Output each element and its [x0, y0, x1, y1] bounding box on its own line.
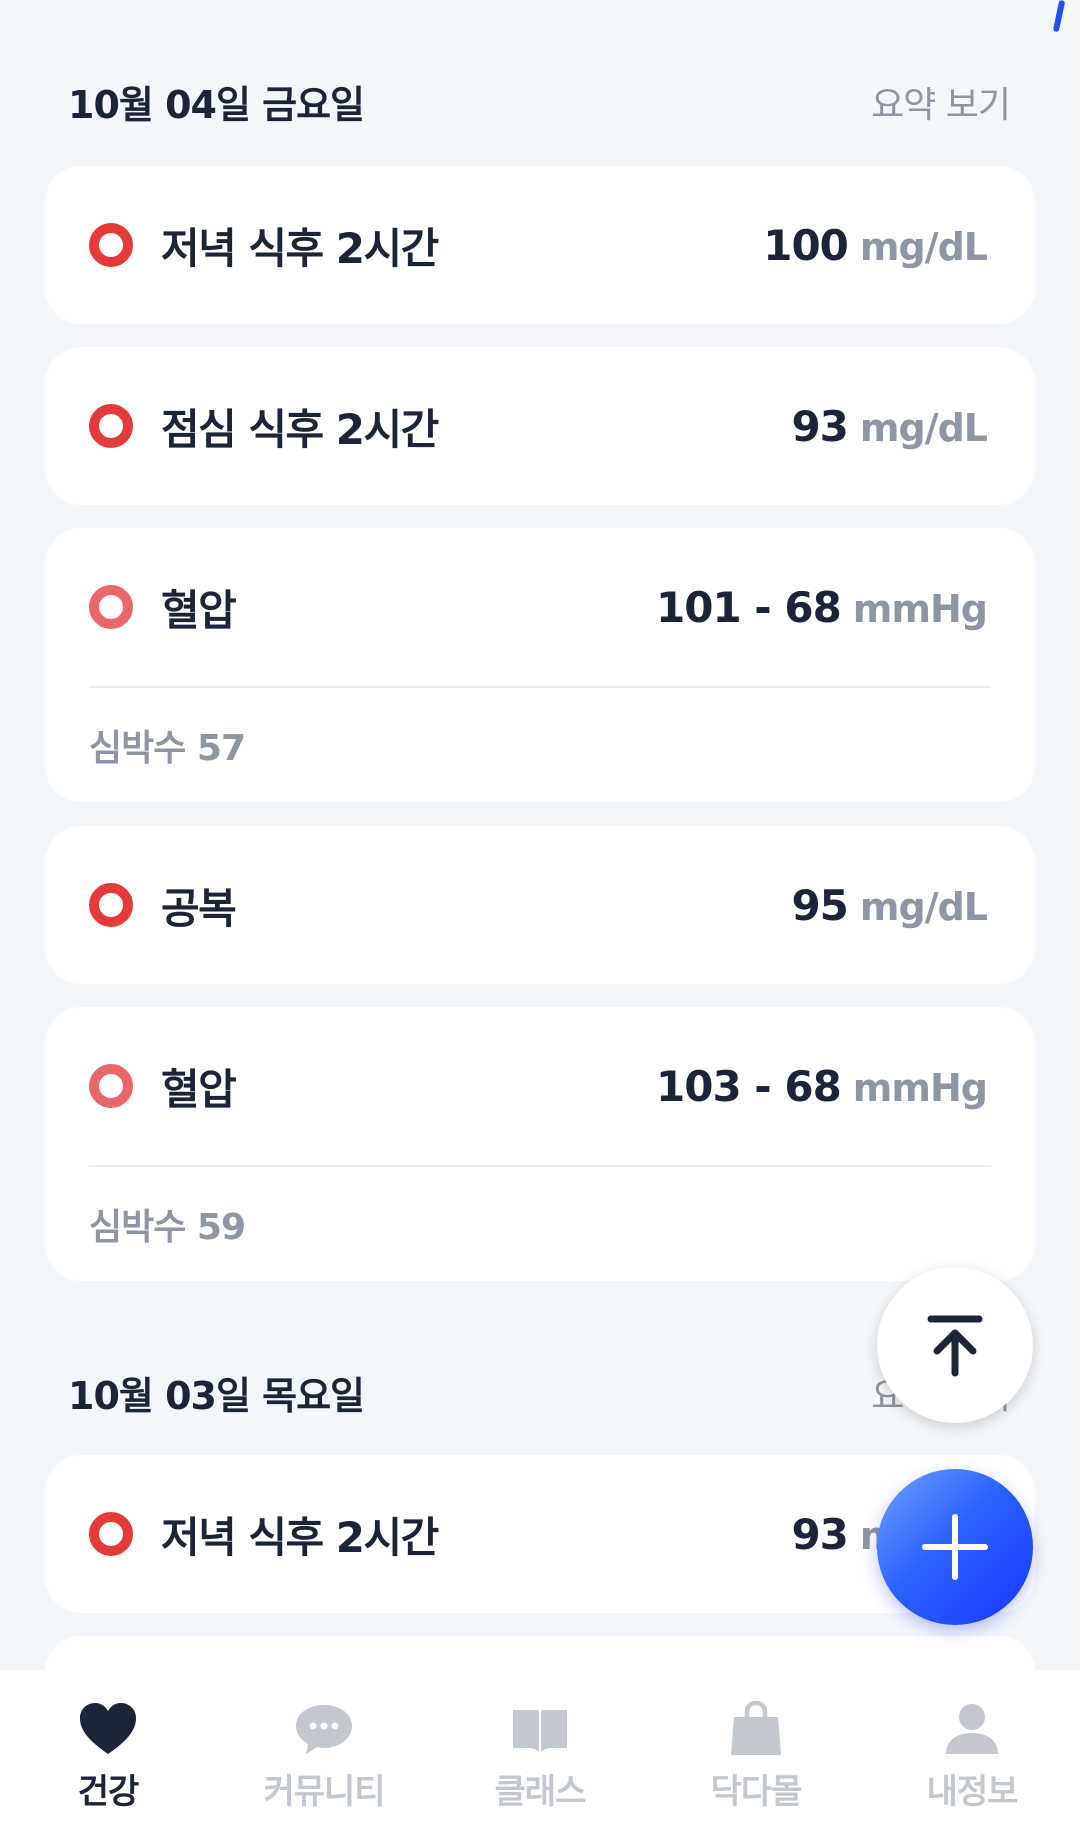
tab-my-info[interactable]: 내정보	[864, 1670, 1080, 1813]
bp-dot-icon	[89, 1064, 133, 1108]
record-label: 저녁 식후 2시간	[161, 223, 439, 273]
record-value: 103 - 68	[656, 1061, 842, 1111]
record-unit: mg/dL	[859, 224, 988, 269]
record-value: 101 - 68	[656, 582, 842, 632]
date-title: 10월 03일 목요일	[68, 1374, 365, 1418]
tab-community[interactable]: 커뮤니티	[216, 1670, 432, 1813]
glucose-dot-icon	[89, 404, 133, 448]
scroll-indicator	[1052, 0, 1066, 33]
heart-icon	[80, 1703, 136, 1754]
bp-dot-icon	[89, 585, 133, 629]
record-label: 공복	[161, 883, 237, 933]
person-icon	[946, 1704, 998, 1754]
bottom-tab-bar: 건강 커뮤니티 클래스 닥다몰 내정보	[0, 1670, 1080, 1828]
heart-rate-text: 심박수 57	[89, 728, 246, 769]
health-record-list[interactable]: 10월 04일 금요일 요약 보기 저녁 식후 2시간 100 mg/dL 점심…	[0, 0, 1080, 1670]
arrow-up-to-top-icon	[927, 1315, 983, 1377]
date-title: 10월 04일 금요일	[68, 83, 365, 127]
tab-health[interactable]: 건강	[0, 1670, 216, 1813]
record-card[interactable]: 저녁 식후 2시간 100 mg/dL	[45, 166, 1035, 324]
summary-link[interactable]: 요약 보기	[871, 76, 1011, 128]
shopping-bag-icon	[731, 1701, 781, 1755]
date-header: 10월 03일 목요일 요약 보기	[68, 1365, 1011, 1420]
chat-bubble-icon	[296, 1705, 352, 1754]
date-header: 10월 04일 금요일 요약 보기	[68, 74, 1011, 129]
record-label: 저녁 식후 2시간	[161, 1512, 439, 1562]
record-card[interactable]: 공복 95 mg/dL	[45, 826, 1035, 984]
tab-label: 닥다몰	[710, 1772, 803, 1812]
record-card[interactable]	[45, 1636, 1035, 1670]
tab-label: 내정보	[926, 1772, 1019, 1812]
record-card[interactable]: 혈압 103 - 68 mmHg 심박수 59	[45, 1007, 1035, 1281]
record-card[interactable]: 점심 식후 2시간 93 mg/dL	[45, 347, 1035, 505]
record-unit: mmHg	[852, 586, 988, 631]
tab-label: 커뮤니티	[263, 1772, 385, 1812]
record-value: 95	[791, 880, 848, 930]
add-record-button[interactable]	[877, 1469, 1033, 1625]
record-label: 점심 식후 2시간	[161, 404, 439, 454]
record-value: 93	[791, 401, 848, 451]
record-unit: mg/dL	[859, 405, 988, 450]
heart-rate-text: 심박수 59	[89, 1207, 246, 1248]
tab-label: 클래스	[494, 1772, 587, 1812]
record-value: 93	[791, 1509, 848, 1559]
book-icon	[513, 1710, 567, 1752]
record-unit: mmHg	[852, 1065, 988, 1110]
record-unit: mg/dL	[859, 884, 988, 929]
tab-label: 건강	[77, 1772, 140, 1812]
record-label: 혈압	[161, 1064, 237, 1114]
plus-icon	[922, 1514, 988, 1580]
glucose-dot-icon	[89, 1512, 133, 1556]
tab-mall[interactable]: 닥다몰	[648, 1670, 864, 1813]
record-label: 혈압	[161, 585, 237, 635]
glucose-dot-icon	[89, 883, 133, 927]
record-value: 100	[763, 220, 849, 270]
tab-class[interactable]: 클래스	[432, 1670, 648, 1813]
scroll-to-top-button[interactable]	[877, 1267, 1033, 1423]
glucose-dot-icon	[89, 223, 133, 267]
record-card[interactable]: 혈압 101 - 68 mmHg 심박수 57	[45, 528, 1035, 802]
